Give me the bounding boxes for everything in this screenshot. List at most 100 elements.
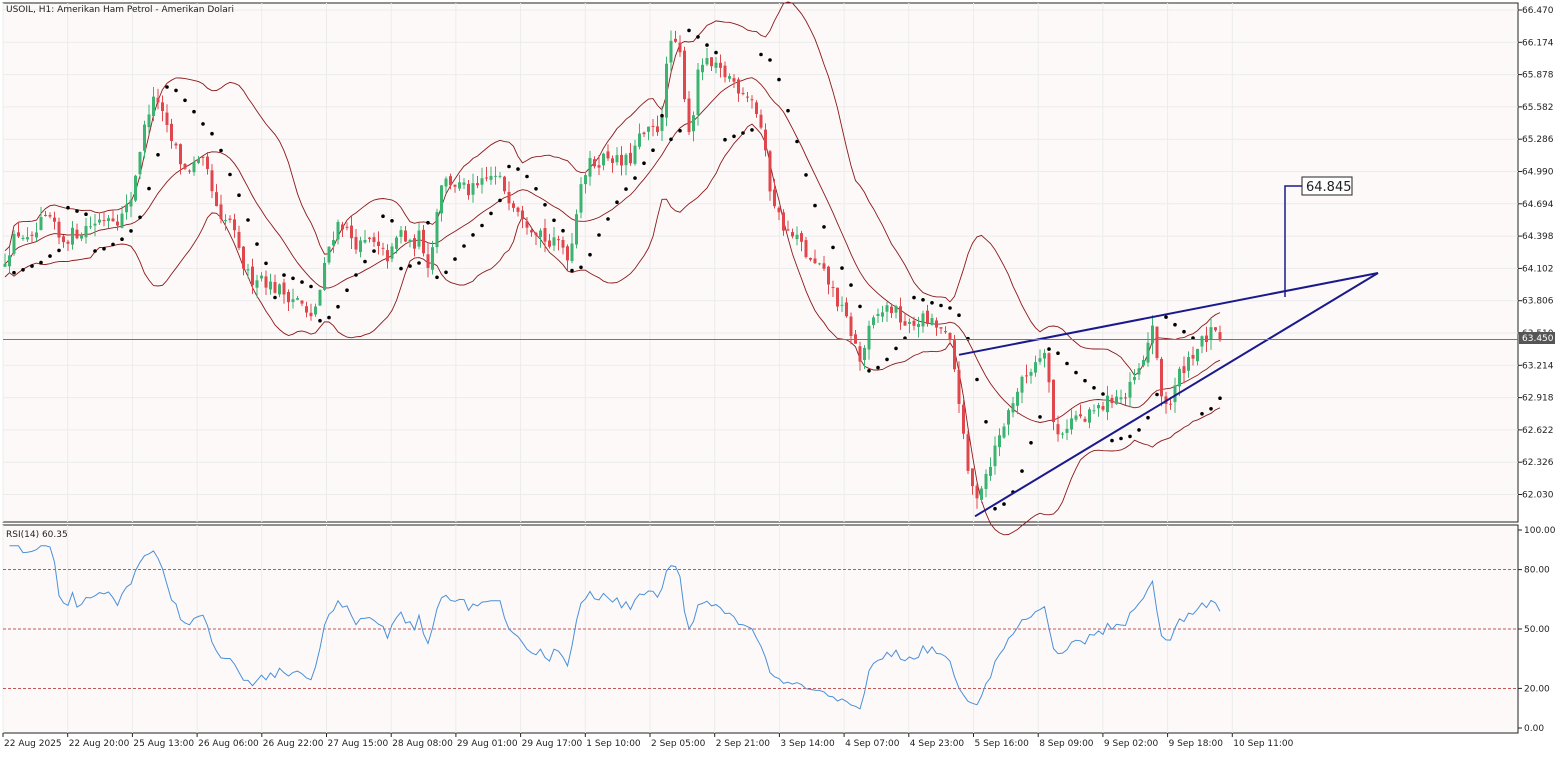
candle-body xyxy=(800,233,803,242)
sar-dot xyxy=(543,203,547,207)
sar-dot xyxy=(84,212,88,216)
candle-body xyxy=(611,158,614,163)
sar-dot xyxy=(75,209,79,213)
candle[interactable] xyxy=(134,174,137,202)
candle-body xyxy=(1187,357,1190,371)
candle-body xyxy=(21,237,25,239)
candle-body xyxy=(1038,358,1042,362)
sar-dot xyxy=(714,50,718,55)
candle-body xyxy=(17,232,20,237)
candle-body xyxy=(1061,433,1064,435)
candle-body xyxy=(615,155,619,163)
sar-dot xyxy=(930,301,934,305)
candle-body xyxy=(957,369,961,404)
candle-body xyxy=(804,240,808,258)
candle-body xyxy=(962,404,965,434)
candle-body xyxy=(557,239,560,241)
candle-body xyxy=(872,317,875,326)
candle-body xyxy=(998,435,1001,448)
chart-svg: 66.470 66.174 65.878 65.582 65.286 64.990 64.6… xyxy=(0,0,1566,753)
candle-body xyxy=(323,263,326,290)
candle-body xyxy=(1047,353,1051,383)
candle-body xyxy=(282,282,286,295)
sar-dot xyxy=(174,88,178,93)
chart-window: 66.470 66.174 65.878 65.582 65.286 64.990 64.6… xyxy=(0,0,1566,753)
candle-body xyxy=(629,152,632,164)
rsi-tick-label: 100.00 xyxy=(1524,526,1556,536)
candle-body xyxy=(854,334,857,344)
candle-body xyxy=(107,218,110,222)
candle-body xyxy=(197,159,200,163)
candle[interactable] xyxy=(327,246,331,265)
time-tick-label: 29 Aug 17:00 xyxy=(522,739,583,749)
sar-dot xyxy=(831,245,835,250)
sar-dot xyxy=(624,187,628,191)
candle-body xyxy=(116,221,119,226)
candle-body xyxy=(278,284,281,295)
candle-body xyxy=(305,306,308,313)
candle-body xyxy=(746,96,749,98)
candle[interactable] xyxy=(962,399,965,440)
candle[interactable] xyxy=(966,430,970,474)
candle-body xyxy=(566,246,569,261)
candle[interactable] xyxy=(804,236,808,259)
candle-body xyxy=(314,306,317,315)
candle-body xyxy=(224,219,227,221)
candle-body xyxy=(84,226,88,238)
sar-dot xyxy=(1056,351,1060,356)
price-tick-label: 64.694 xyxy=(1522,200,1554,210)
candle-body xyxy=(570,243,574,262)
sar-dot xyxy=(804,173,808,177)
price-tick-label: 66.174 xyxy=(1522,38,1554,48)
candle-body xyxy=(624,154,628,166)
candle-body xyxy=(543,228,547,242)
candle-body xyxy=(696,69,700,116)
sar-dot xyxy=(1137,428,1141,432)
time-tick-label: 5 Sep 16:00 xyxy=(975,739,1030,749)
candle-body xyxy=(327,246,331,263)
candle-body xyxy=(1200,336,1204,347)
candle-body xyxy=(750,99,754,101)
candle[interactable] xyxy=(435,208,439,254)
sar-dot xyxy=(1128,434,1132,439)
price-pane[interactable] xyxy=(2,2,1519,523)
sar-dot xyxy=(480,223,484,228)
sar-dot xyxy=(300,280,304,284)
sar-dot xyxy=(876,365,880,370)
sar-dot xyxy=(1182,329,1186,334)
sar-dot xyxy=(12,270,16,275)
candle-body xyxy=(737,79,740,94)
candle-body xyxy=(818,263,821,265)
candle-body xyxy=(908,321,911,324)
sar-dot xyxy=(462,244,466,248)
candle[interactable] xyxy=(318,289,322,306)
candle-body xyxy=(413,238,416,249)
candle-body xyxy=(1146,342,1150,363)
candle[interactable] xyxy=(683,46,686,103)
candle-body xyxy=(498,175,502,177)
candle[interactable] xyxy=(575,209,578,249)
time-tick-label: 3 Sep 14:00 xyxy=(780,739,835,749)
rsi-title: RSI(14) 60.35 xyxy=(6,530,68,540)
sar-dot xyxy=(516,167,520,171)
candle[interactable] xyxy=(953,334,956,372)
candle-body xyxy=(1088,409,1091,423)
candle[interactable] xyxy=(665,56,668,127)
sar-dot xyxy=(336,304,340,309)
candle-body xyxy=(561,239,565,248)
candle-body xyxy=(822,263,826,269)
candle-body xyxy=(359,240,362,253)
candle[interactable] xyxy=(1155,326,1159,361)
candle-body xyxy=(39,217,43,230)
sar-dot xyxy=(498,198,502,203)
candle-body xyxy=(1065,428,1069,433)
candle-body xyxy=(1083,418,1087,422)
candle[interactable] xyxy=(12,230,16,256)
candle-body xyxy=(881,312,884,317)
time-tick-label: 2 Sep 21:00 xyxy=(716,739,771,749)
candle-body xyxy=(827,266,830,285)
candle-body xyxy=(1209,327,1213,340)
candle-body xyxy=(534,232,538,236)
candle-body xyxy=(170,123,173,141)
sar-dot xyxy=(939,303,943,308)
